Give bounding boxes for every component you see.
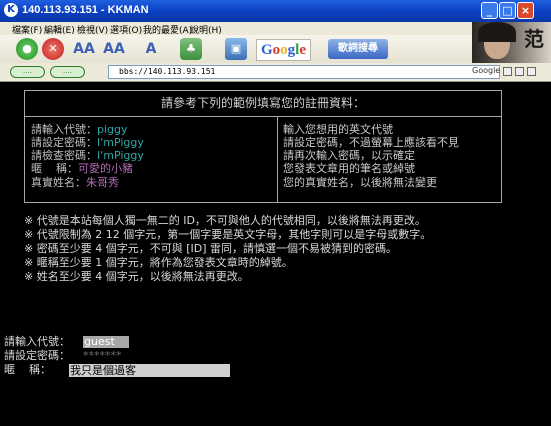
rule-line: ※ 密碼至少要 4 個字元，不可與 [ID] 雷同，請慎選一個不易被猜到的密碼。 — [24, 242, 397, 255]
example-row: 真實姓名：朱哥秀 — [31, 177, 119, 189]
nickname-input[interactable]: 我只是個過客 — [69, 364, 230, 377]
example-row: 請設定密碼：I'mPiggy — [31, 137, 144, 149]
rule-line: ※ 代號是本站每個人獨一無二的 ID，不可與他人的代號相同，以後將無法再更改。 — [24, 214, 426, 227]
rule-line: ※ 暱稱至少要 1 個字元，將作為您發表文章時的綽號。 — [24, 256, 293, 269]
google-search-button[interactable]: Google — [256, 39, 312, 61]
go-icon[interactable]: ● — [16, 38, 38, 60]
stop-icon[interactable]: ✕ — [42, 38, 64, 60]
title-bar: K 140.113.93.151 - KKMAN _ □ × — [0, 0, 551, 22]
menu-bar: 檔案(F) 編輯(E) 檢視(V) 選項(O) 我的最愛(A) 說明(H) — [0, 22, 472, 36]
kkman-app-icon[interactable]: K — [4, 3, 18, 17]
kkman-window: K 140.113.93.151 - KKMAN _ □ × 檔案(F) 編輯(… — [0, 0, 551, 426]
minimize-button[interactable]: _ — [481, 2, 498, 19]
example-value: piggy — [97, 123, 128, 136]
google-letter: e — [299, 42, 307, 58]
font-smaller-icon[interactable]: AA — [100, 38, 128, 60]
toolbar: ● ✕ AA AA A ♣ ▣ Google 歌詞搜尋 — [0, 35, 472, 63]
password-prompt-label: 請設定密碼： — [4, 349, 70, 362]
nav-pill-left[interactable]: ···· — [10, 66, 45, 78]
font-bigger-icon[interactable]: AA — [70, 38, 98, 60]
example-row: 請輸入代號：piggy — [31, 124, 128, 136]
id-input[interactable]: guest — [83, 336, 129, 348]
window-tile-icon[interactable] — [503, 67, 512, 76]
example-desc: 您發表文章用的筆名或綽號 — [283, 162, 415, 175]
example-value: 可愛的小豬 — [78, 162, 133, 175]
example-value: I'mPiggy — [97, 136, 144, 149]
example-divider — [277, 116, 278, 202]
example-value: I'mPiggy — [97, 149, 144, 162]
address-google-label: Google — [472, 66, 501, 75]
example-value: 朱哥秀 — [86, 176, 119, 189]
example-desc: 請再次輸入密碼，以示確定 — [283, 149, 415, 162]
package-icon[interactable]: ▣ — [225, 38, 247, 60]
address-bar: ···· ···· bbs://140.113.93.151 Google — [0, 63, 551, 82]
id-prompt-label: 請輸入代號： — [4, 335, 70, 348]
nickname-prompt-label: 暱 稱： — [4, 363, 51, 376]
example-label: 請檢查密碼： — [31, 149, 97, 162]
font-style-icon[interactable]: A — [138, 38, 164, 60]
password-input[interactable]: ******* — [83, 350, 129, 362]
bbs-terminal[interactable]: 請參考下列的範例填寫您的註冊資料： 請輸入代號：piggy 輸入您想用的英文代號… — [0, 82, 551, 426]
rule-line: ※ 姓名至少要 4 個字元，以後將無法再更改。 — [24, 270, 249, 283]
avatar-logo-char: 范 — [524, 29, 544, 51]
lyrics-search-button[interactable]: 歌詞搜尋 — [328, 39, 388, 59]
registration-example-box: 請參考下列的範例填寫您的註冊資料： 請輸入代號：piggy 輸入您想用的英文代號… — [24, 90, 502, 203]
rule-line: ※ 代號限制為 2 12 個字元，第一個字要是英文字母，其他字則可以是字母或數字… — [24, 228, 432, 241]
window-restore-icon[interactable] — [515, 67, 524, 76]
example-label: 請設定密碼： — [31, 136, 97, 149]
skin-avatar-image: 范 — [472, 22, 551, 63]
address-input[interactable]: bbs://140.113.93.151 — [108, 65, 500, 79]
window-close-icon[interactable] — [527, 67, 536, 76]
example-label: 真實姓名： — [31, 176, 86, 189]
example-desc: 您的真實姓名，以後將無法變更 — [283, 176, 437, 189]
avatar-hair — [478, 22, 516, 42]
example-row: 請檢查密碼：I'mPiggy — [31, 150, 144, 162]
nav-pill-right[interactable]: ···· — [50, 66, 85, 78]
example-label: 請輸入代號： — [31, 123, 97, 136]
example-desc: 輸入您想用的英文代號 — [283, 123, 393, 136]
example-desc: 請設定密碼，不過螢幕上應該看不見 — [283, 136, 459, 149]
example-label: 暱 稱： — [31, 162, 78, 175]
maximize-button[interactable]: □ — [499, 2, 516, 19]
google-letter: G — [261, 42, 273, 58]
example-row: 暱 稱：可愛的小豬 — [31, 163, 133, 175]
plugin-tree-icon[interactable]: ♣ — [180, 38, 202, 60]
registration-example-header: 請參考下列的範例填寫您的註冊資料： — [25, 91, 501, 117]
close-button[interactable]: × — [517, 2, 534, 19]
window-title: 140.113.93.151 - KKMAN — [22, 4, 149, 16]
google-letter: o — [280, 42, 288, 58]
